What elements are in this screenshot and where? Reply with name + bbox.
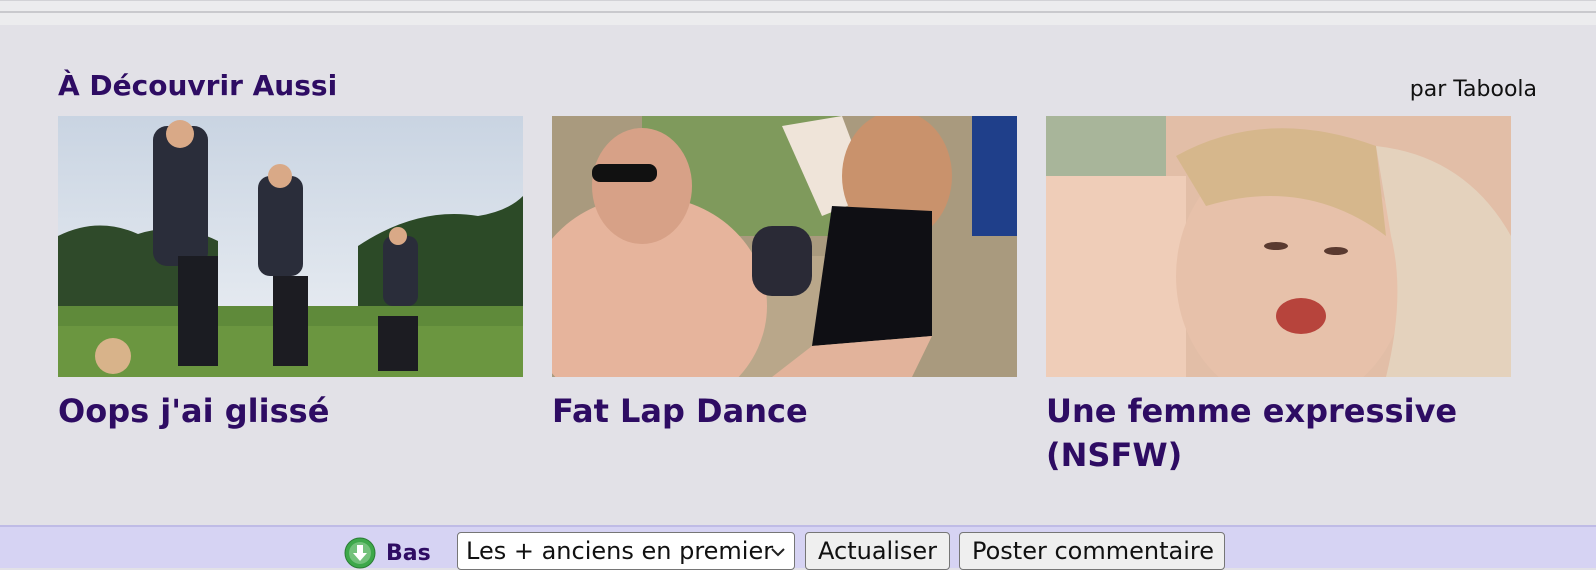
taboola-attribution-link[interactable]: par Taboola: [1410, 77, 1537, 102]
post-comment-button[interactable]: Poster commentaire: [959, 532, 1225, 570]
cheerleaders-photo-image: [58, 116, 523, 377]
card-title[interactable]: Fat Lap Dance: [552, 389, 1017, 433]
comments-toolbar: Bas Les + anciens en premier Actualiser …: [0, 525, 1596, 570]
chevron-down-icon: [771, 548, 785, 557]
down-arrow-circle-icon: [344, 537, 376, 569]
sort-select-value: Les + anciens en premier: [466, 537, 774, 565]
recommendation-card[interactable]: Oops j'ai glissé: [58, 116, 523, 433]
recommendation-card[interactable]: Une femme expressive (NSFW): [1046, 116, 1511, 477]
recommendation-card[interactable]: Fat Lap Dance: [552, 116, 1017, 433]
card-thumbnail[interactable]: [552, 116, 1017, 377]
lap-dance-photo-image: [552, 116, 1017, 377]
section-title: À Découvrir Aussi: [58, 69, 338, 102]
scroll-bottom-label[interactable]: Bas: [386, 541, 431, 566]
top-divider-strip: [0, 0, 1596, 26]
refresh-button[interactable]: Actualiser: [805, 532, 950, 570]
card-title[interactable]: Une femme expressive (NSFW): [1046, 389, 1511, 477]
scroll-bottom-link[interactable]: Bas: [344, 537, 431, 569]
card-title[interactable]: Oops j'ai glissé: [58, 389, 523, 433]
comment-sort-select[interactable]: Les + anciens en premier: [457, 532, 795, 570]
card-thumbnail[interactable]: [58, 116, 523, 377]
card-thumbnail[interactable]: [1046, 116, 1511, 377]
expressive-woman-photo-image: [1046, 116, 1511, 377]
divider-line: [0, 11, 1596, 13]
recommendations-widget: À Découvrir Aussi par Taboola Oops j'ai …: [0, 25, 1596, 525]
